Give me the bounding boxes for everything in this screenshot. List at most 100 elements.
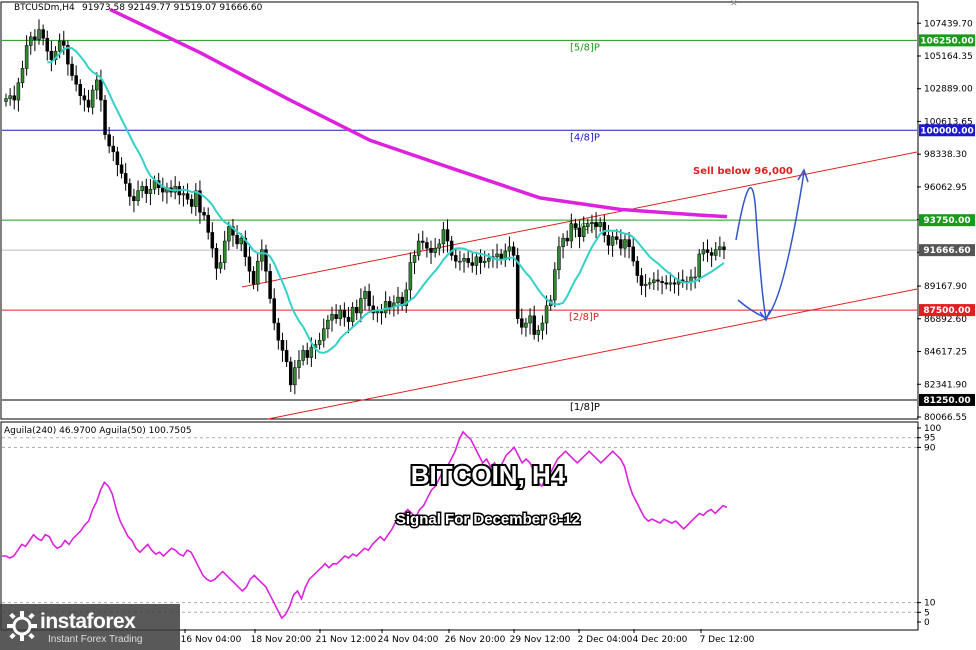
candle-body (247, 256, 252, 272)
candle-body (330, 314, 334, 321)
candle-body (4, 98, 8, 102)
candle-body (528, 315, 532, 324)
candle-body (553, 269, 557, 301)
candle-body (49, 50, 54, 61)
price-tick-label: 82341.90 (924, 380, 967, 390)
candle-body (639, 275, 644, 286)
candle-body (487, 258, 491, 262)
candle-body (722, 246, 726, 250)
candle-body (293, 367, 297, 386)
oscillator-tick-label: 0 (924, 618, 930, 628)
candle-body (82, 95, 87, 101)
candle-body (268, 270, 272, 299)
candle-body (185, 193, 190, 200)
candle-body (511, 246, 516, 256)
candle-body (33, 36, 37, 40)
price-tag-label: 106250.00 (920, 36, 974, 46)
candle-body (321, 328, 326, 341)
candle-body (643, 283, 648, 286)
candle-body (37, 29, 41, 40)
candle-body (206, 214, 210, 233)
candle-body (354, 306, 359, 314)
candle-body (520, 318, 524, 328)
candle-body (647, 282, 652, 285)
chart-title: BITCOIN, H4 (411, 460, 566, 490)
candle-body (305, 350, 309, 358)
candle-body (709, 252, 714, 256)
oscillator-tick-label: 100 (924, 424, 941, 434)
main-pane-frame (0, 1, 919, 420)
candle-body (668, 282, 673, 285)
candle-body (148, 188, 153, 194)
time-tick-label: 21 Nov 12:00 (316, 635, 377, 645)
candle-body (425, 242, 429, 249)
candle-body (251, 270, 256, 285)
candle-body (689, 276, 693, 282)
candle-body (45, 37, 50, 52)
candle-body (309, 347, 314, 358)
candle-body (222, 240, 227, 263)
chart-subtitle: Signal For December 8-12 (396, 511, 580, 528)
candle-body (544, 305, 549, 324)
candle-body (272, 298, 276, 324)
candle-body (144, 186, 149, 194)
candle-body (29, 36, 33, 46)
candle-body (181, 193, 186, 196)
candle-body (573, 223, 578, 229)
candle-body (161, 187, 165, 193)
candle-body (227, 226, 231, 242)
candle-body (342, 309, 347, 318)
candle-body (586, 223, 590, 227)
candle-body (78, 83, 83, 96)
candle-body (557, 246, 561, 271)
logo-brand: instaforex (40, 610, 136, 633)
time-tick-label: 18 Nov 20:00 (251, 635, 312, 645)
candle-body (95, 79, 99, 91)
candle-body (284, 350, 289, 363)
candle-body (359, 298, 363, 314)
price-axis: 107439.70105164.35102889.00100613.659833… (917, 19, 975, 423)
candle-body (697, 253, 701, 278)
candle-body (41, 29, 45, 39)
forecast-arrow-tail (737, 299, 767, 319)
candle-body (338, 309, 342, 319)
oscillator-tick-label: 95 (924, 434, 935, 444)
candle-body (482, 260, 487, 263)
candle-body (111, 145, 116, 153)
candle-body (115, 151, 120, 166)
time-tick-label: 7 Dec 12:00 (700, 635, 755, 645)
candle-body (581, 226, 586, 237)
candle-body (635, 260, 640, 276)
candle-body (301, 350, 305, 361)
candle-body (24, 45, 29, 69)
candle-body (565, 237, 569, 242)
time-tick-label: 2 Dec 04:00 (578, 635, 633, 645)
candle-body (602, 222, 607, 236)
candle-body (474, 256, 479, 266)
candle-body (388, 301, 392, 308)
candle-body (350, 306, 355, 322)
candle-body (416, 240, 421, 256)
candle-body (594, 222, 598, 227)
candle-body (532, 315, 536, 335)
chart-canvas: [5/8]P[4/8]P[3/8]P[2/8]P[1/8]P 107439.70… (0, 1, 975, 645)
candle-body (239, 237, 243, 245)
candle-body (627, 239, 631, 248)
price-tick-label: 98338.30 (924, 150, 967, 160)
candle-body (606, 235, 611, 246)
sell-annotation: Sell below 96,000 (693, 166, 793, 177)
time-tick-label: 4 Dec 20:00 (633, 635, 688, 645)
candle-body (260, 249, 264, 262)
candle-body (326, 319, 330, 330)
candle-body (20, 68, 25, 84)
oscillator-tick-label: 5 (924, 608, 930, 618)
candle-body (524, 322, 528, 328)
time-tick-label: 16 Nov 04:00 (181, 635, 242, 645)
forecast-arrows (735, 168, 809, 322)
candle-body (363, 291, 367, 299)
price-tag-label: 81250.00 (923, 396, 970, 406)
close-icon[interactable]: ✕ (730, 0, 740, 9)
candle-body (202, 212, 206, 216)
candle-body (478, 256, 483, 263)
candle-body (214, 247, 219, 269)
